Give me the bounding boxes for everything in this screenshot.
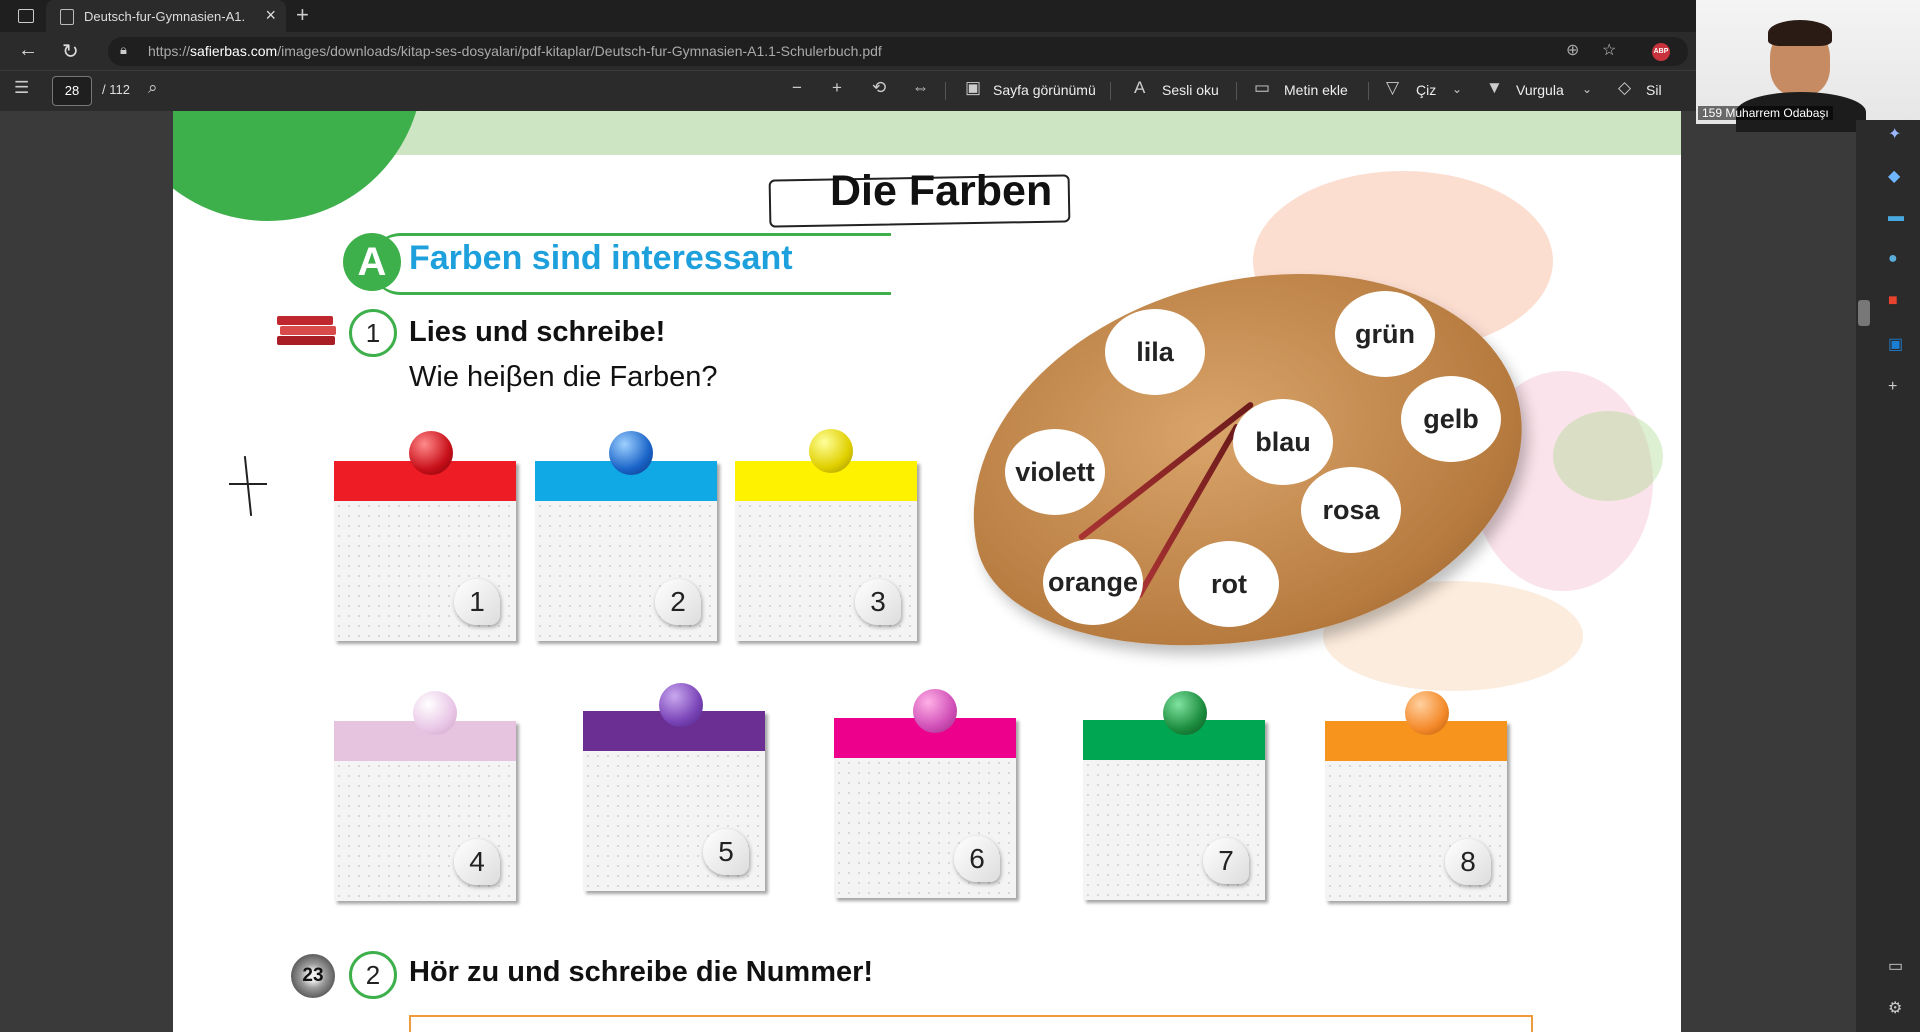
palette-color-rosa: rosa bbox=[1301, 467, 1401, 553]
section-title: Farben sind interessant bbox=[409, 239, 793, 277]
palette-color-gelb: gelb bbox=[1401, 376, 1501, 462]
window-menu-icon[interactable] bbox=[18, 9, 34, 23]
divider bbox=[1368, 82, 1369, 100]
pen-annotation bbox=[243, 456, 253, 516]
lock-icon[interactable]: 🔒︎ bbox=[120, 42, 127, 58]
exercise-title: Hör zu und schreibe die Nummer! bbox=[409, 956, 874, 988]
rotate-icon[interactable]: ⟲ bbox=[872, 78, 886, 98]
pdf-page[interactable]: Die Farben A Farben sind interessant 1 L… bbox=[173, 111, 1681, 1032]
zoom-in-icon[interactable]: + bbox=[832, 78, 842, 98]
card-number: 6 bbox=[954, 836, 1000, 882]
card-number: 2 bbox=[655, 579, 701, 625]
scrollbar-thumb[interactable] bbox=[1858, 300, 1870, 326]
tag-icon[interactable]: ◆ bbox=[1888, 166, 1900, 186]
color-card: 1 bbox=[334, 461, 516, 641]
card-number: 3 bbox=[855, 579, 901, 625]
color-card: 6 bbox=[834, 718, 1016, 898]
palette-color-rot: rot bbox=[1179, 541, 1279, 627]
refresh-icon[interactable]: ↻ bbox=[62, 39, 79, 64]
add-text-icon[interactable]: ▭ bbox=[1254, 78, 1270, 98]
card-number: 1 bbox=[454, 579, 500, 625]
read-aloud-button[interactable]: Sesli oku bbox=[1162, 82, 1219, 98]
exercise-title: Lies und schreibe! bbox=[409, 316, 666, 348]
color-card: 8 bbox=[1325, 721, 1507, 901]
close-icon[interactable]: × bbox=[265, 5, 276, 26]
chevron-down-icon[interactable]: ⌄ bbox=[1582, 82, 1592, 96]
pushpin-icon bbox=[1163, 691, 1207, 735]
page-view-icon[interactable]: ▣ bbox=[965, 78, 981, 98]
search-icon[interactable]: ⌕ bbox=[148, 78, 158, 98]
pen-annotation bbox=[229, 483, 267, 485]
page-title: Die Farben bbox=[830, 167, 1053, 215]
document-icon bbox=[60, 9, 74, 25]
pdf-toolbar bbox=[0, 70, 1696, 111]
erase-button[interactable]: Sil bbox=[1646, 82, 1662, 98]
pushpin-icon bbox=[409, 431, 453, 475]
draw-button[interactable]: Çiz bbox=[1416, 82, 1436, 98]
card-number: 7 bbox=[1203, 838, 1249, 884]
page-total: / 112 bbox=[102, 82, 130, 97]
fit-page-icon[interactable]: ⇔ bbox=[912, 78, 929, 98]
color-card: 4 bbox=[334, 721, 516, 901]
color-card: 2 bbox=[535, 461, 717, 641]
card-number: 5 bbox=[703, 829, 749, 875]
palette-color-lila: lila bbox=[1105, 309, 1205, 395]
pushpin-icon bbox=[659, 683, 703, 727]
outlook-icon[interactable]: ▣ bbox=[1888, 334, 1903, 354]
pushpin-icon bbox=[913, 689, 957, 733]
office-icon[interactable]: ■ bbox=[1888, 292, 1898, 310]
read-aloud-icon[interactable]: A bbox=[1134, 78, 1145, 98]
gear-icon[interactable]: ⚙ bbox=[1888, 998, 1902, 1018]
highlight-button[interactable]: Vurgula bbox=[1516, 82, 1564, 98]
highlight-icon[interactable]: ▼ bbox=[1486, 78, 1503, 98]
pushpin-icon bbox=[1405, 691, 1449, 735]
shopping-icon[interactable]: ▬ bbox=[1888, 208, 1904, 226]
color-card: 3 bbox=[735, 461, 917, 641]
adblock-extension-icon[interactable]: ABP bbox=[1652, 43, 1670, 61]
back-icon[interactable]: ← bbox=[18, 39, 38, 62]
exercise-number: 1 bbox=[349, 309, 397, 357]
section-badge: A bbox=[343, 233, 401, 291]
divider bbox=[1110, 82, 1111, 100]
games-icon[interactable]: ● bbox=[1888, 250, 1898, 268]
pushpin-icon bbox=[809, 429, 853, 473]
contents-icon[interactable]: ☰ bbox=[14, 78, 29, 98]
chevron-down-icon[interactable]: ⌄ bbox=[1452, 82, 1462, 96]
copilot-icon[interactable]: ✦ bbox=[1888, 124, 1901, 144]
exercise-subtitle: Wie heiβen die Farben? bbox=[409, 361, 718, 393]
page-number-input[interactable]: 28 bbox=[52, 76, 92, 106]
add-icon[interactable]: + bbox=[1888, 378, 1897, 396]
zoom-icon[interactable]: ⊕ bbox=[1566, 40, 1579, 60]
add-text-button[interactable]: Metin ekle bbox=[1284, 82, 1348, 98]
palette-color-violett: violett bbox=[1005, 429, 1105, 515]
answer-table bbox=[409, 1015, 1533, 1032]
palette-color-gruen: grün bbox=[1335, 291, 1435, 377]
zoom-out-icon[interactable]: − bbox=[792, 78, 802, 98]
palette-color-orange: orange bbox=[1043, 539, 1143, 625]
participant-name: 159 Muharrem Odabaşı bbox=[1698, 106, 1833, 120]
url-text[interactable]: https://safierbas.com/images/downloads/k… bbox=[148, 43, 882, 59]
divider bbox=[945, 82, 946, 100]
tab-title: Deutsch-fur-Gymnasien-A1.1-Sc bbox=[84, 8, 244, 24]
tab-active[interactable]: Deutsch-fur-Gymnasien-A1.1-Sc × bbox=[46, 0, 286, 32]
exercise-number: 2 bbox=[349, 951, 397, 999]
divider bbox=[1236, 82, 1237, 100]
card-number: 8 bbox=[1445, 839, 1491, 885]
pushpin-icon bbox=[609, 431, 653, 475]
paint-splash bbox=[1553, 411, 1663, 501]
color-card: 5 bbox=[583, 711, 765, 891]
draw-icon[interactable]: ▽ bbox=[1386, 78, 1399, 98]
decorative-circle bbox=[173, 111, 423, 221]
new-tab-icon[interactable]: + bbox=[296, 2, 309, 28]
page-view-button[interactable]: Sayfa görünümü bbox=[993, 82, 1096, 98]
audio-track-badge[interactable]: 23 bbox=[291, 954, 335, 998]
palette-color-blau: blau bbox=[1233, 399, 1333, 485]
color-card: 7 bbox=[1083, 720, 1265, 900]
card-number: 4 bbox=[454, 839, 500, 885]
panel-toggle-icon[interactable]: ▭ bbox=[1888, 956, 1903, 976]
books-icon bbox=[277, 314, 337, 348]
pushpin-icon bbox=[413, 691, 457, 735]
favorite-icon[interactable]: ☆ bbox=[1602, 40, 1616, 60]
erase-icon[interactable]: ◇ bbox=[1618, 78, 1631, 98]
